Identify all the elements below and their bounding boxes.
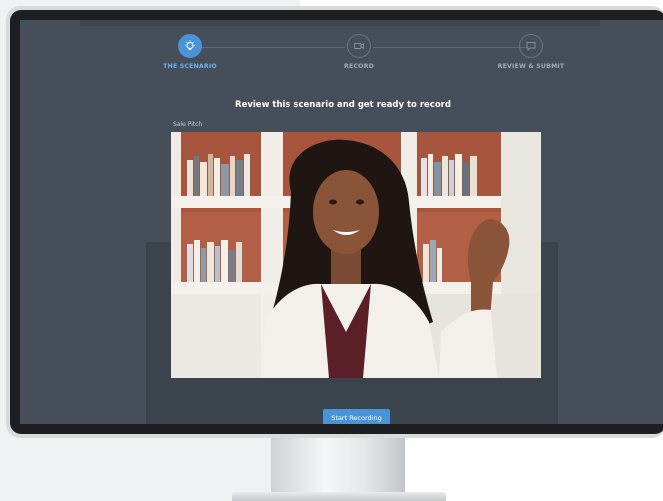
step-the-scenario[interactable]: THE SCENARIO [130, 34, 250, 70]
lightbulb-icon [178, 34, 202, 58]
step-review-submit[interactable]: REVIEW & SUBMIT [471, 34, 591, 70]
step-label: RECORD [344, 63, 374, 70]
chat-bubble-icon [519, 34, 543, 58]
app-screen: THE SCENARIO RECORD REVIEW & SUBMIT Revi… [20, 20, 663, 424]
scenario-video-thumbnail [171, 132, 541, 378]
monitor: THE SCENARIO RECORD REVIEW & SUBMIT Revi… [6, 6, 663, 438]
monitor-stand-foot [232, 492, 446, 501]
start-recording-button[interactable]: Start Recording [323, 409, 390, 424]
monitor-stand-neck [271, 438, 405, 496]
step-record[interactable]: RECORD [299, 34, 419, 70]
step-label: REVIEW & SUBMIT [497, 63, 565, 70]
step-label: THE SCENARIO [163, 63, 217, 70]
video-camera-icon [347, 34, 371, 58]
page-title: Review this scenario and get ready to re… [235, 100, 451, 110]
progress-stepper: THE SCENARIO RECORD REVIEW & SUBMIT [20, 26, 663, 74]
monitor-bezel: THE SCENARIO RECORD REVIEW & SUBMIT Revi… [10, 10, 663, 434]
scenario-label: Sale Pitch [173, 121, 203, 128]
